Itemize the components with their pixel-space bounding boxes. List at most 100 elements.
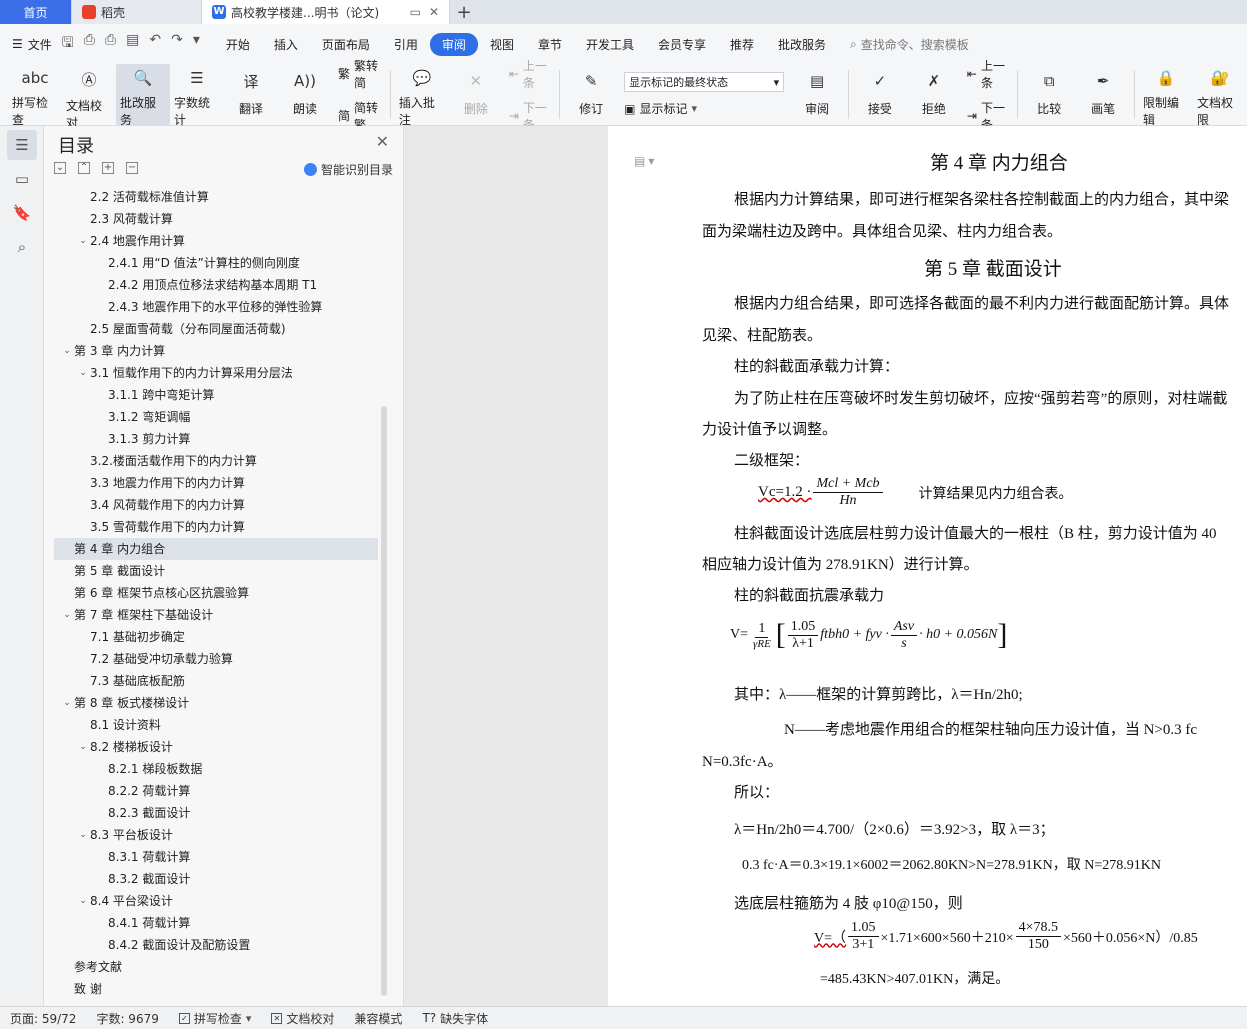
toc-item[interactable]: 2.4.2 用顶点位移法求结构基本周期 T1: [54, 274, 378, 296]
bookmark-icon[interactable]: 🔖: [7, 198, 37, 228]
toc-pane-icon[interactable]: ☰: [7, 130, 37, 160]
toc-item[interactable]: 第 5 章 截面设计: [54, 560, 378, 582]
menu-tab[interactable]: 会员专享: [646, 33, 718, 56]
menu-tab[interactable]: 推荐: [718, 33, 766, 56]
toc-item[interactable]: 8.1 设计资料: [54, 714, 378, 736]
toc-item[interactable]: ⌄ 第 7 章 框架柱下基础设计: [54, 604, 378, 626]
toc-item[interactable]: 3.4 风荷载作用下的内力计算: [54, 494, 378, 516]
review-service-button[interactable]: 🔍 批改服务: [116, 64, 170, 127]
toc-item[interactable]: ⌄ 2.4 地震作用计算: [54, 230, 378, 252]
redo-icon[interactable]: ↷: [171, 32, 183, 56]
menu-tab[interactable]: 页面布局: [310, 33, 382, 56]
tab-pin-icon[interactable]: ▭: [410, 5, 421, 19]
toc-scrollbar[interactable]: [381, 406, 387, 996]
page-options-icon[interactable]: ▤ ▾: [634, 154, 654, 169]
doc-permission-button[interactable]: 🔐 文档权限: [1193, 64, 1247, 127]
doc-proofread-button[interactable]: Ⓐ 文档校对: [62, 64, 116, 130]
expand-all-icon[interactable]: ⌃: [78, 162, 90, 174]
menu-tab[interactable]: 审阅: [429, 32, 478, 56]
menu-tab[interactable]: 引用: [382, 33, 430, 56]
toc-item[interactable]: ⌄ 第 3 章 内力计算: [54, 340, 378, 362]
chevron-down-icon[interactable]: ⌄: [76, 362, 90, 384]
toc-item[interactable]: 7.3 基础底板配筋: [54, 670, 378, 692]
menu-tab[interactable]: 插入: [262, 33, 310, 56]
toc-item[interactable]: 8.3.2 截面设计: [54, 868, 378, 890]
toc-item[interactable]: ⌄ 第 8 章 板式楼梯设计: [54, 692, 378, 714]
insert-comment-button[interactable]: 💬 插入批注: [395, 64, 449, 127]
compare-button[interactable]: ⧉ 比较: [1022, 64, 1076, 125]
menu-tab[interactable]: 开始: [214, 33, 262, 56]
tab-close-icon[interactable]: ✕: [429, 5, 439, 19]
tab-document[interactable]: W 高校教学楼建...明书（论文) ▭ ✕: [202, 0, 450, 24]
close-icon[interactable]: ✕: [376, 132, 389, 151]
chevron-down-icon[interactable]: ⌄: [76, 890, 90, 912]
missing-font[interactable]: T? 缺失字体: [412, 1010, 498, 1027]
toc-item[interactable]: 致 谢: [54, 978, 378, 1000]
menu-tab[interactable]: 视图: [478, 33, 526, 56]
add-heading-icon[interactable]: +: [102, 162, 114, 174]
chevron-down-icon[interactable]: ⌄: [60, 604, 74, 626]
menu-tab[interactable]: 批改服务: [766, 33, 838, 56]
toc-item[interactable]: ⌄ 3.1 恒载作用下的内力计算采用分层法: [54, 362, 378, 384]
word-count-indicator[interactable]: 字数: 9679: [86, 1010, 168, 1027]
undo-icon[interactable]: ↶: [149, 32, 161, 56]
chevron-down-icon[interactable]: ⌄: [60, 340, 74, 362]
smart-toc-button[interactable]: 智能识别目录: [303, 161, 393, 178]
collapse-all-icon[interactable]: ⌄: [54, 162, 66, 174]
toc-item[interactable]: 7.1 基础初步确定: [54, 626, 378, 648]
remove-heading-icon[interactable]: −: [126, 162, 138, 174]
tab-home[interactable]: 首页: [0, 0, 72, 24]
new-tab-button[interactable]: +: [450, 0, 478, 24]
toc-item[interactable]: 3.1.2 弯矩调幅: [54, 406, 378, 428]
tab-daoke[interactable]: 稻壳: [72, 0, 202, 24]
pen-button[interactable]: ✒ 画笔: [1076, 64, 1130, 125]
restrict-edit-button[interactable]: 🔒 限制编辑: [1139, 64, 1193, 127]
toc-item[interactable]: ⌄ 8.3 平台板设计: [54, 824, 378, 846]
chapter-nav-icon[interactable]: ▭: [7, 164, 37, 194]
toc-item[interactable]: 第 4 章 内力组合: [54, 538, 378, 560]
document-page[interactable]: ▤ ▾ 第 4 章 内力组合 根据内力计算结果，即可进行框架各梁柱各控制截面上的…: [608, 126, 1247, 1006]
spell-check-button[interactable]: abc 拼写检查: [8, 64, 62, 127]
status-proofread[interactable]: ✕ 文档校对: [261, 1010, 344, 1027]
toc-item[interactable]: 2.3 风荷载计算: [54, 208, 378, 230]
print-icon[interactable]: ⎙: [105, 32, 116, 56]
toc-item[interactable]: 3.1.1 跨中弯矩计算: [54, 384, 378, 406]
toc-item[interactable]: 2.5 屋面雪荷载（分布同屋面活荷载): [54, 318, 378, 340]
toc-item[interactable]: 第 6 章 框架节点核心区抗震验算: [54, 582, 378, 604]
more-dropdown-icon[interactable]: ▾: [193, 32, 200, 56]
toc-item[interactable]: 3.5 雪荷载作用下的内力计算: [54, 516, 378, 538]
toc-item[interactable]: 2.4.1 用“D 值法”计算柱的侧向刚度: [54, 252, 378, 274]
delete-comment-button[interactable]: ✕ 删除: [449, 64, 503, 125]
menu-tab[interactable]: 开发工具: [574, 33, 646, 56]
save-icon[interactable]: 🖫: [62, 32, 74, 56]
toc-item[interactable]: ⌄ 8.4 平台梁设计: [54, 890, 378, 912]
accept-button[interactable]: ✓ 接受: [853, 64, 907, 125]
toc-item[interactable]: 3.1.3 剪力计算: [54, 428, 378, 450]
track-changes-button[interactable]: ✎ 修订: [564, 64, 618, 125]
compat-mode[interactable]: 兼容模式: [344, 1010, 412, 1027]
display-mode-select[interactable]: 显示标记的最终状态 ▾: [624, 72, 785, 92]
toc-item[interactable]: 8.4.1 荷载计算: [54, 912, 378, 934]
command-search[interactable]: ⌕ 查找命令、搜索模板: [850, 36, 969, 53]
search-icon[interactable]: ⌕: [7, 232, 37, 262]
review-pane-button[interactable]: ▤ 审阅: [790, 64, 844, 125]
status-spell-check[interactable]: ✓ 拼写检查 ▾: [169, 1010, 262, 1027]
toc-item[interactable]: 8.4.2 截面设计及配筋设置: [54, 934, 378, 956]
toc-item[interactable]: 3.3 地震力作用下的内力计算: [54, 472, 378, 494]
toc-item[interactable]: 7.2 基础受冲切承载力验算: [54, 648, 378, 670]
toc-item[interactable]: 2.2 活荷载标准值计算: [54, 186, 378, 208]
chevron-down-icon[interactable]: ⌄: [60, 692, 74, 714]
toc-item[interactable]: ⌄ 8.2 楼梯板设计: [54, 736, 378, 758]
menu-tab[interactable]: 章节: [526, 33, 574, 56]
read-aloud-button[interactable]: A)) 朗读: [278, 64, 332, 125]
toc-item[interactable]: 8.3.1 荷载计算: [54, 846, 378, 868]
chevron-down-icon[interactable]: ⌄: [76, 230, 90, 252]
page-indicator[interactable]: 页面: 59/72: [0, 1010, 86, 1027]
toc-item[interactable]: 8.2.1 梯段板数据: [54, 758, 378, 780]
prev-change-button[interactable]: ⇤ 上一条: [967, 57, 1007, 91]
translate-button[interactable]: 译翻译: [224, 64, 278, 125]
word-count-button[interactable]: ☰ 字数统计: [170, 64, 224, 127]
chevron-down-icon[interactable]: ⌄: [76, 824, 90, 846]
print-preview-icon[interactable]: ▤: [126, 32, 139, 56]
show-marks-button[interactable]: ▣ 显示标记 ▾: [624, 100, 784, 117]
